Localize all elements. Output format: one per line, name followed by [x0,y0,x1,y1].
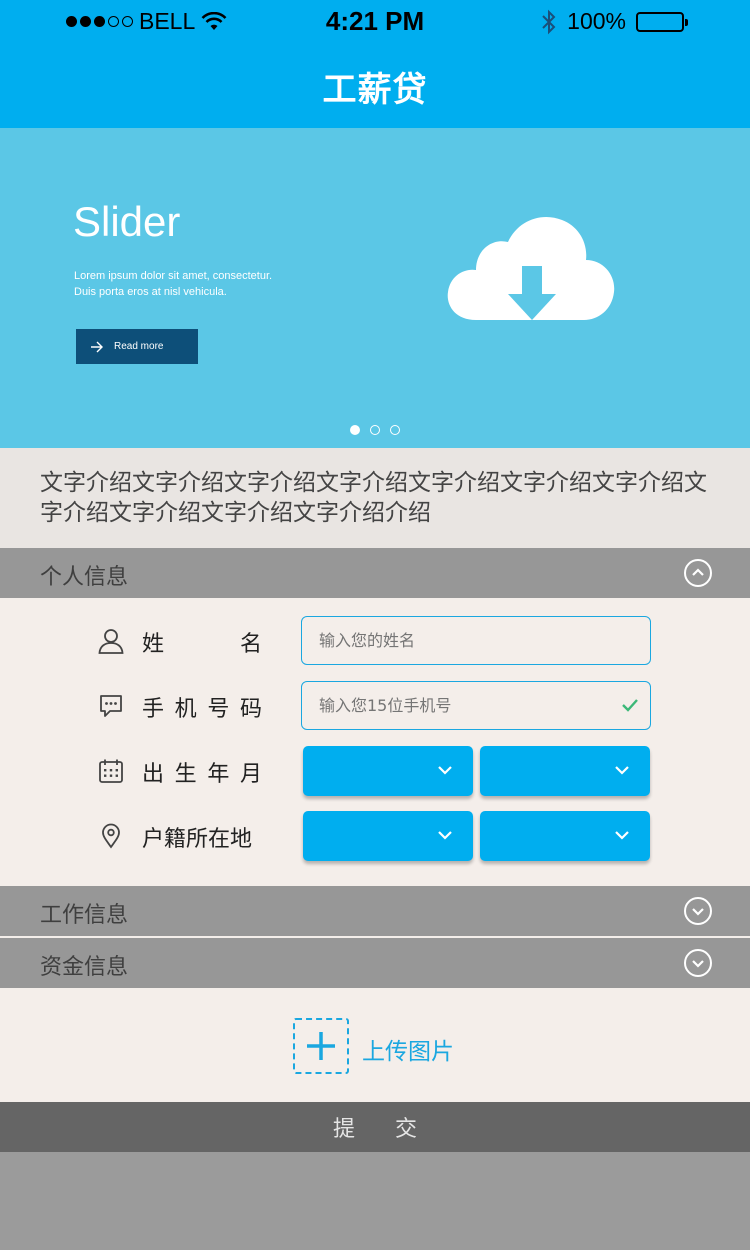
form-row-birth: 出 生 年 月 [0,746,750,796]
location-pin-icon [102,823,120,849]
battery-percent: 100% [567,8,626,34]
slider-dot[interactable] [390,425,400,435]
label-char: 手 [142,697,165,722]
cloud-download-icon [447,216,615,320]
upload-button[interactable] [293,1018,349,1074]
slider-pagination[interactable] [0,425,750,435]
slider-title: Slider [73,198,181,245]
section-label: 资金信息 [40,955,129,980]
chevron-down-icon [438,831,452,840]
label-char: 月 [239,762,262,787]
chevron-down-icon[interactable] [684,949,712,977]
section-label: 个人信息 [40,565,129,590]
personal-info-form: 姓 名 手 机 号 码 出 [0,598,750,886]
label-char: 年 [207,762,230,787]
label-char: 号 [207,697,230,722]
upload-label[interactable]: 上传图片 [362,1032,454,1066]
slider-description: Lorem ipsum dolor sit amet, consectetur.… [74,268,334,300]
chevron-down-icon [438,766,452,775]
slider-text-line: Lorem ipsum dolor sit amet, consectetur. [74,270,273,282]
chat-bubble-icon [100,695,122,717]
city-select[interactable] [480,811,650,861]
calendar-icon [99,759,123,783]
checkmark-icon [622,699,638,712]
field-label-phone: 手 机 号 码 [142,691,262,723]
hero-slider[interactable]: Slider Lorem ipsum dolor sit amet, conse… [0,128,750,448]
app-header: BELL 4:21 PM 100% 工薪贷 [0,0,750,128]
page-title: 工薪贷 [322,70,428,110]
arrow-right-icon [91,341,103,352]
chevron-up-icon[interactable] [684,559,712,587]
form-row-phone: 手 机 号 码 [0,681,750,731]
section-header-personal[interactable]: 个人信息 [0,548,750,598]
field-label-hometown: 户籍所在地 [142,827,253,852]
slider-dot[interactable] [350,425,360,435]
field-label-name: 姓 名 [142,626,262,658]
label-char: 名 [239,632,262,657]
section-header-work[interactable]: 工作信息 [0,886,750,936]
chevron-down-icon [615,831,629,840]
chevron-down-icon [615,766,629,775]
label-char: 出 [142,762,165,787]
plus-icon [307,1032,335,1060]
form-row-hometown: 户籍所在地 [0,811,750,861]
bottom-area [0,1152,750,1250]
birth-month-select[interactable] [480,746,650,796]
bluetooth-icon [542,9,556,34]
birth-year-select[interactable] [303,746,473,796]
label-char: 码 [239,697,262,722]
status-bar: BELL 4:21 PM 100% [0,0,750,42]
read-more-label: Read more [114,341,164,352]
label-char: 姓 [142,632,165,657]
slider-text-line: Duis porta eros at nisl vehicula. [74,286,227,298]
slider-dot[interactable] [370,425,380,435]
submit-button[interactable]: 提交 [0,1102,750,1152]
form-row-name: 姓 名 [0,616,750,666]
user-icon [98,629,124,654]
label-char: 机 [174,697,197,722]
section-label: 工作信息 [40,903,129,928]
label-char: 生 [174,762,197,787]
chevron-down-icon[interactable] [684,897,712,925]
province-select[interactable] [303,811,473,861]
name-input[interactable] [301,616,651,665]
battery-icon [636,11,688,32]
status-right: 100% [541,8,688,35]
section-header-funds[interactable]: 资金信息 [0,938,750,988]
read-more-button[interactable]: Read more [76,329,198,364]
upload-area: 上传图片 [0,988,750,1102]
phone-input[interactable] [301,681,651,730]
field-label-birth: 出 生 年 月 [142,756,262,788]
intro-text: 文字介绍文字介绍文字介绍文字介绍文字介绍文字介绍文字介绍文字介绍文字介绍文字介绍… [0,448,750,548]
